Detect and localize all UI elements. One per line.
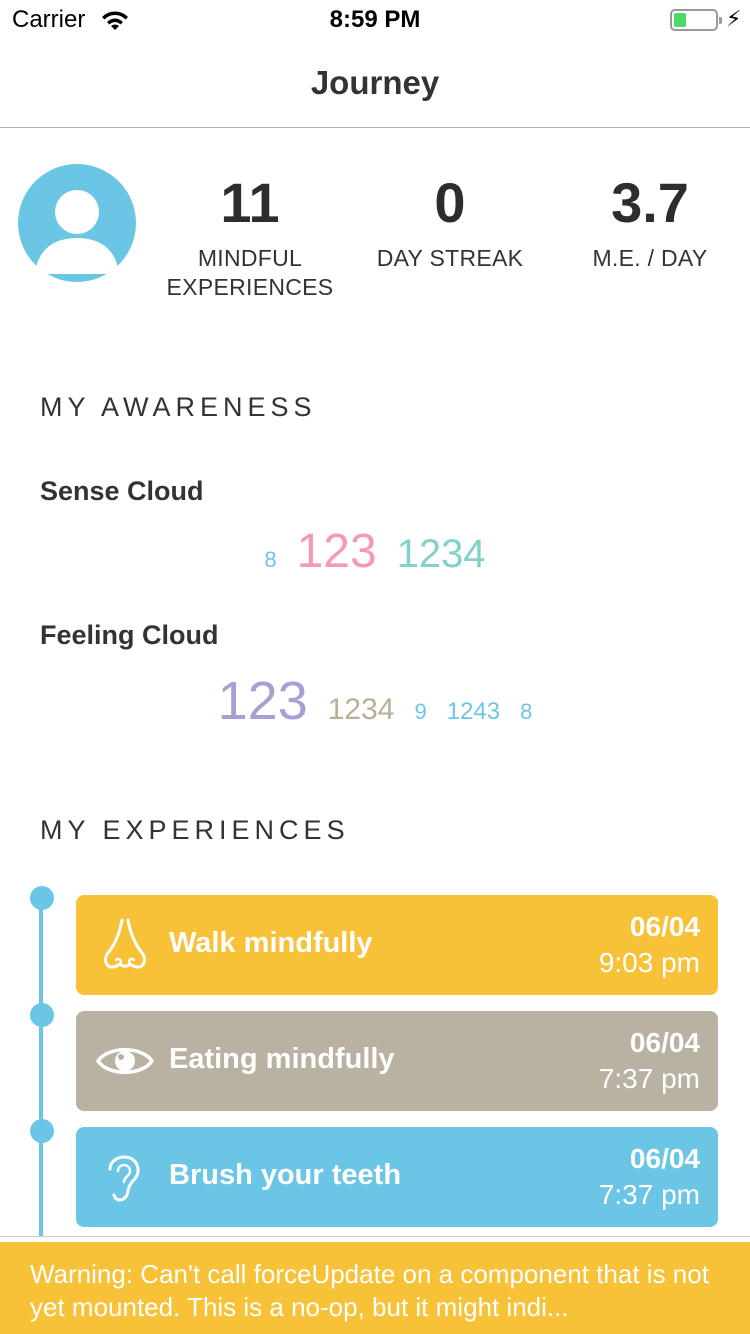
stat-value: 0	[434, 171, 466, 234]
stat-value: 3.7	[611, 171, 689, 234]
feeling-cloud-title: Feeling Cloud	[40, 620, 219, 650]
timeline-dot	[30, 886, 54, 910]
cloud-word: 1243	[446, 698, 501, 725]
stat-label: M.E. / DAY	[592, 245, 708, 271]
timeline-dot	[30, 1119, 54, 1143]
cloud-word: 123	[296, 525, 377, 578]
timeline-line	[39, 898, 43, 1243]
experience-time: 7:37 pm	[598, 1179, 700, 1210]
warning-banner[interactable]: Warning: Can't call forceUpdate on a com…	[0, 1242, 750, 1334]
experience-title: Walk mindfully	[169, 927, 373, 959]
eye-icon	[96, 1048, 154, 1074]
clock: 8:59 PM	[329, 6, 421, 33]
warning-text: Warning: Can't call forceUpdate on a com…	[30, 1259, 709, 1322]
avatar[interactable]	[18, 164, 136, 282]
ear-icon	[108, 1155, 140, 1202]
experience-time: 7:37 pm	[598, 1063, 700, 1094]
experience-card-brush-your-teeth[interactable]: Brush your teeth 06/04 7:37 pm	[76, 1127, 718, 1227]
status-bar: Carrier 8:59 PM ⚡	[0, 0, 750, 40]
stat-day-streak: 0 DAY STREAK	[350, 170, 550, 273]
stat-label: MINDFUL	[197, 245, 303, 271]
navigation-bar: Journey	[0, 40, 750, 128]
stat-label: DAY STREAK	[376, 245, 524, 271]
cloud-word: 9	[414, 699, 427, 724]
section-heading-awareness: MY AWARENESS	[40, 392, 317, 422]
experience-card-eating-mindfully[interactable]: Eating mindfully 06/04 7:37 pm	[76, 1011, 718, 1111]
battery-icon	[670, 9, 722, 31]
cloud-word: 1234	[327, 693, 395, 726]
charging-icon: ⚡	[726, 6, 742, 31]
experience-date: 06/04	[629, 1027, 700, 1058]
timeline-dot	[30, 1003, 54, 1027]
page-title: Journey	[310, 64, 440, 101]
experience-date: 06/04	[629, 911, 700, 942]
feeling-cloud: 123 1234 9 1243 8	[0, 674, 750, 728]
section-heading-experiences: MY EXPERIENCES	[40, 815, 350, 845]
stat-value: 11	[220, 171, 280, 234]
experience-time: 9:03 pm	[598, 947, 700, 978]
cloud-word: 123	[217, 671, 308, 731]
sense-cloud: 8 123 1234	[0, 528, 750, 576]
experience-title: Eating mindfully	[169, 1043, 395, 1075]
cloud-word: 1234	[396, 532, 486, 576]
cloud-word: 8	[264, 547, 277, 572]
experience-date: 06/04	[629, 1143, 700, 1174]
stat-me-per-day: 3.7 M.E. / DAY	[550, 170, 750, 273]
sense-cloud-title: Sense Cloud	[40, 476, 204, 506]
cloud-word: 8	[520, 699, 533, 724]
stat-label-line2: EXPERIENCES	[166, 274, 334, 300]
stat-mindful-experiences: 11 MINDFUL EXPERIENCES	[150, 170, 350, 302]
experience-card-walk-mindfully[interactable]: Walk mindfully 06/04 9:03 pm	[76, 895, 718, 995]
experience-title: Brush your teeth	[169, 1159, 402, 1191]
battery-level	[674, 13, 686, 27]
user-silhouette-icon	[35, 190, 119, 274]
nose-icon	[104, 918, 146, 969]
